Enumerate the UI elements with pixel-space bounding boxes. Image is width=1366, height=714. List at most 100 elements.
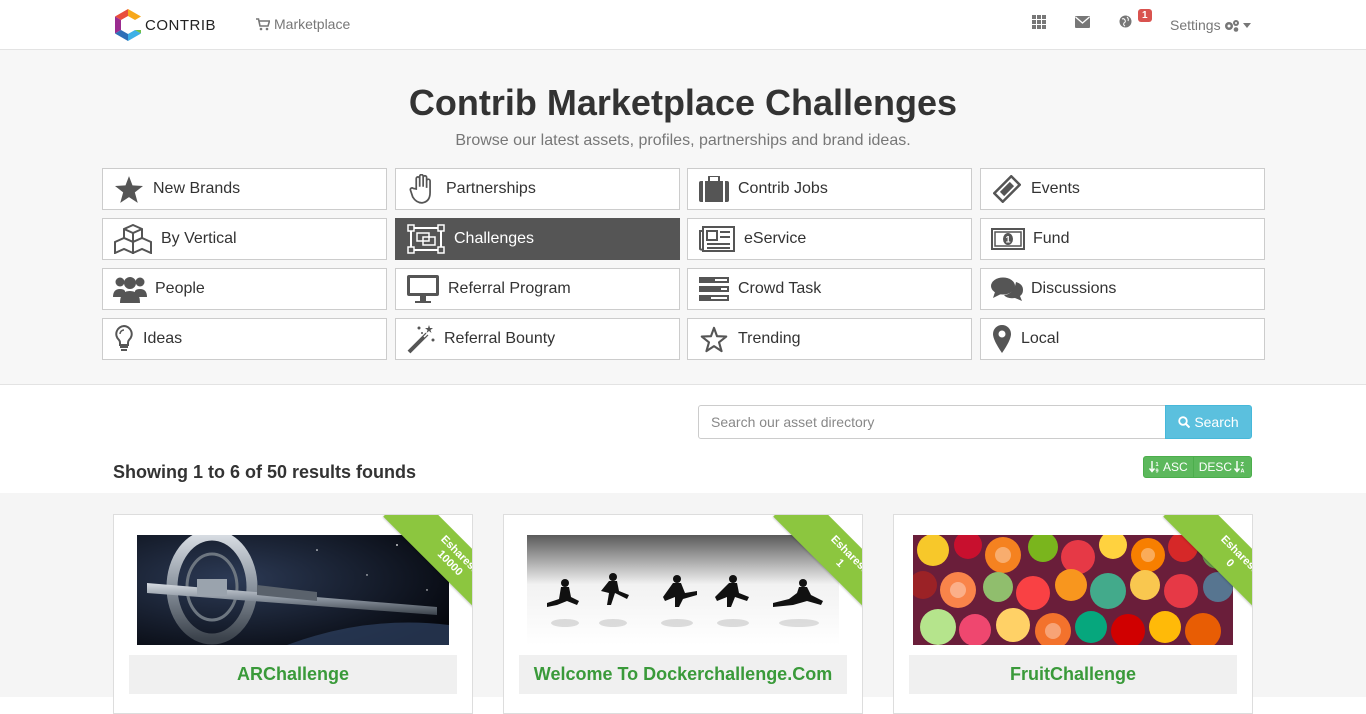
lightbulb-icon [113,323,135,355]
challenge-card-archallenge[interactable]: ARChallenge Eshares: 10000 [113,514,473,714]
sort-desc-label: DESC [1198,460,1233,474]
category-label: Referral Bounty [444,330,556,347]
eshares-ribbon: Eshares: 10000 [366,515,472,621]
cubes-icon [113,223,153,255]
card-title[interactable]: ARChallenge [129,655,457,694]
category-local[interactable]: Local [980,318,1265,360]
page-title: Contrib Marketplace Challenges [408,82,958,123]
sort-toggle-group: 19 ASC DESC ZA [1143,456,1253,478]
category-challenges[interactable]: Challenges [395,218,680,260]
page-subtitle: Browse our latest assets, profiles, part… [455,132,911,149]
challenge-card-fruitchallenge[interactable]: FruitChallenge Eshares: 0 [893,514,1253,714]
category-label: Trending [738,330,801,347]
briefcase-icon [698,173,730,205]
apps-grid-button[interactable] [1032,15,1046,32]
eshares-ribbon: Eshares: 0 [1146,515,1253,621]
settings-label: Settings [1170,17,1221,33]
category-trending[interactable]: Trending [687,318,972,360]
category-label: Events [1031,180,1080,197]
grid-icon [1032,15,1046,29]
contrib-logo-icon [115,9,141,41]
category-crowd-task[interactable]: Crowd Task [687,268,972,310]
category-label: Discussions [1031,280,1117,297]
search-input[interactable] [698,405,1166,439]
messages-button[interactable] [1075,15,1090,31]
category-label: New Brands [153,180,241,197]
sort-asc-label: ASC [1163,460,1188,474]
object-group-icon [406,223,446,255]
magic-wand-icon [406,323,436,355]
category-label: By Vertical [161,230,237,247]
card-title[interactable]: Welcome To Dockerchallenge.Com [519,655,847,694]
globe-icon [1119,15,1132,28]
ribbon-value: 0 [1223,556,1237,570]
brand-logo[interactable]: CONTRIB [113,8,216,42]
sort-numeric-asc-icon: 19 [1149,461,1159,474]
category-by-vertical[interactable]: By Vertical [102,218,387,260]
results-summary: Showing 1 to 6 of 50 results founds [113,462,417,482]
card-title[interactable]: FruitChallenge [909,655,1237,694]
challenge-card-dockerchallenge[interactable]: Welcome To Dockerchallenge.Com Eshares: … [503,514,863,714]
comments-icon [991,273,1023,305]
svg-text:1: 1 [1156,462,1159,468]
cogs-icon [1224,19,1239,32]
hero-section: Contrib Marketplace Challenges Browse ou… [0,50,1366,385]
category-label: eService [744,230,807,247]
search-bar: Search [698,405,1252,439]
marketplace-label: Marketplace [274,16,351,32]
category-label: Challenges [454,230,535,247]
category-label: People [155,280,205,297]
brand-name: CONTRIB [145,16,216,34]
category-label: Referral Program [448,280,571,297]
category-ideas[interactable]: Ideas [102,318,387,360]
notifications-button[interactable] [1119,15,1132,31]
sort-asc-button[interactable]: 19 ASC [1143,456,1194,478]
marketplace-link[interactable]: Marketplace [256,16,350,32]
sort-desc-button[interactable]: DESC ZA [1193,456,1253,478]
star-icon [113,173,145,205]
category-label: Crowd Task [738,280,822,297]
hand-icon [406,173,438,205]
category-events[interactable]: Events [980,168,1265,210]
tasks-icon [698,273,730,305]
newspaper-icon [698,223,736,255]
search-button[interactable]: Search [1165,405,1252,439]
money-icon: 1 [991,223,1025,255]
star-outline-icon [698,323,730,355]
notification-badge: 1 [1138,9,1152,22]
category-referral-program[interactable]: Referral Program [395,268,680,310]
eshares-ribbon: Eshares: 1 [756,515,863,621]
envelope-icon [1075,16,1090,28]
shopping-cart-icon [256,17,270,30]
category-eservice[interactable]: eService [687,218,972,260]
search-icon [1178,416,1191,428]
map-marker-icon [991,323,1013,355]
svg-text:A: A [1241,469,1245,474]
category-label: Partnerships [446,180,536,197]
search-button-label: Search [1194,414,1239,430]
ribbon-value: 1 [833,556,847,570]
category-discussions[interactable]: Discussions [980,268,1265,310]
settings-dropdown[interactable]: Settings [1170,17,1251,33]
top-navbar: CONTRIB Marketplace 1 Settings [0,0,1366,50]
ticket-icon [991,173,1023,205]
category-fund[interactable]: 1 Fund [980,218,1265,260]
desktop-icon [406,273,440,305]
category-referral-bounty[interactable]: Referral Bounty [395,318,680,360]
ribbon-label: Eshares: [1218,533,1253,575]
category-label: Contrib Jobs [738,180,828,197]
category-label: Fund [1033,230,1070,247]
category-partnerships[interactable]: Partnerships [395,168,680,210]
svg-text:Z: Z [1241,462,1245,468]
caret-down-icon [1242,22,1251,28]
category-label: Ideas [143,330,183,347]
category-new-brands[interactable]: New Brands [102,168,387,210]
category-people[interactable]: People [102,268,387,310]
svg-text:9: 9 [1156,469,1159,474]
category-label: Local [1021,330,1060,347]
ribbon-label: Eshares: [828,533,863,575]
svg-text:1: 1 [1005,235,1010,245]
category-contrib-jobs[interactable]: Contrib Jobs [687,168,972,210]
sort-alpha-desc-icon: ZA [1234,461,1245,474]
users-icon [113,273,147,305]
